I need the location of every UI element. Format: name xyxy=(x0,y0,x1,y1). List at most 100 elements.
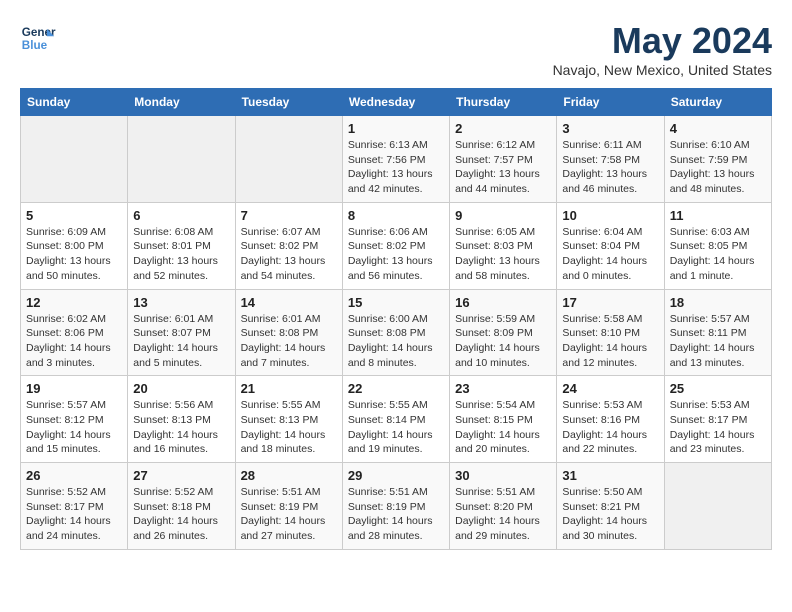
calendar-subtitle: Navajo, New Mexico, United States xyxy=(553,62,772,78)
calendar-cell: 31Sunrise: 5:50 AMSunset: 8:21 PMDayligh… xyxy=(557,463,664,550)
calendar-cell: 5 Sunrise: 6:09 AMSunset: 8:00 PMDaylight… xyxy=(21,202,128,289)
day-number: 16 xyxy=(455,295,551,310)
day-info: Sunrise: 5:52 AMSunset: 8:17 PMDaylight:… xyxy=(26,485,122,544)
calendar-cell: 13 Sunrise: 6:01 AMSunset: 8:07 PMDayligh… xyxy=(128,289,235,376)
day-info: Sunrise: 6:13 AMSunset: 7:56 PMDaylight:… xyxy=(348,138,444,197)
weekday-header-wednesday: Wednesday xyxy=(342,89,449,116)
calendar-cell xyxy=(128,116,235,203)
day-number: 25 xyxy=(670,381,766,396)
calendar-title: May 2024 xyxy=(553,20,772,62)
calendar-cell: 19Sunrise: 5:57 AMSunset: 8:12 PMDayligh… xyxy=(21,376,128,463)
weekday-header-tuesday: Tuesday xyxy=(235,89,342,116)
day-number: 23 xyxy=(455,381,551,396)
day-number: 22 xyxy=(348,381,444,396)
day-number: 17 xyxy=(562,295,658,310)
weekday-header-sunday: Sunday xyxy=(21,89,128,116)
calendar-cell: 22 Sunrise: 5:55 AMSunset: 8:14 PMDayligh… xyxy=(342,376,449,463)
day-info: Sunrise: 6:10 AMSunset: 7:59 PMDaylight:… xyxy=(670,138,766,197)
day-info: Sunrise: 5:53 AMSunset: 8:17 PMDaylight:… xyxy=(670,398,766,457)
day-info: Sunrise: 5:56 AMSunset: 8:13 PMDaylight:… xyxy=(133,398,229,457)
day-number: 3 xyxy=(562,121,658,136)
day-info: Sunrise: 5:57 AMSunset: 8:11 PMDaylight:… xyxy=(670,312,766,371)
day-number: 8 xyxy=(348,208,444,223)
day-number: 5 xyxy=(26,208,122,223)
calendar-cell: 25 Sunrise: 5:53 AMSunset: 8:17 PMDayligh… xyxy=(664,376,771,463)
logo-icon: General Blue xyxy=(20,20,56,56)
day-number: 18 xyxy=(670,295,766,310)
calendar-cell: 10 Sunrise: 6:04 AMSunset: 8:04 PMDayligh… xyxy=(557,202,664,289)
day-info: Sunrise: 5:51 AMSunset: 8:19 PMDaylight:… xyxy=(348,485,444,544)
day-number: 4 xyxy=(670,121,766,136)
day-number: 11 xyxy=(670,208,766,223)
calendar-cell xyxy=(664,463,771,550)
calendar-cell xyxy=(21,116,128,203)
weekday-header-monday: Monday xyxy=(128,89,235,116)
day-info: Sunrise: 6:01 AMSunset: 8:07 PMDaylight:… xyxy=(133,312,229,371)
day-number: 9 xyxy=(455,208,551,223)
weekday-header-saturday: Saturday xyxy=(664,89,771,116)
day-number: 10 xyxy=(562,208,658,223)
day-info: Sunrise: 5:51 AMSunset: 8:19 PMDaylight:… xyxy=(241,485,337,544)
calendar-cell: 14Sunrise: 6:01 AMSunset: 8:08 PMDayligh… xyxy=(235,289,342,376)
page-header: General Blue May 2024 Navajo, New Mexico… xyxy=(20,20,772,78)
day-info: Sunrise: 6:09 AMSunset: 8:00 PMDaylight:… xyxy=(26,225,122,284)
calendar-cell: 8 Sunrise: 6:06 AMSunset: 8:02 PMDaylight… xyxy=(342,202,449,289)
calendar-cell: 30Sunrise: 5:51 AMSunset: 8:20 PMDayligh… xyxy=(450,463,557,550)
day-number: 19 xyxy=(26,381,122,396)
calendar-cell: 6 Sunrise: 6:08 AMSunset: 8:01 PMDaylight… xyxy=(128,202,235,289)
week-row-3: 12Sunrise: 6:02 AMSunset: 8:06 PMDayligh… xyxy=(21,289,772,376)
day-number: 21 xyxy=(241,381,337,396)
day-number: 30 xyxy=(455,468,551,483)
calendar-cell: 4 Sunrise: 6:10 AMSunset: 7:59 PMDaylight… xyxy=(664,116,771,203)
day-info: Sunrise: 5:53 AMSunset: 8:16 PMDaylight:… xyxy=(562,398,658,457)
calendar-cell: 20Sunrise: 5:56 AMSunset: 8:13 PMDayligh… xyxy=(128,376,235,463)
svg-text:Blue: Blue xyxy=(22,39,48,52)
day-number: 26 xyxy=(26,468,122,483)
day-number: 1 xyxy=(348,121,444,136)
weekday-header-row: SundayMondayTuesdayWednesdayThursdayFrid… xyxy=(21,89,772,116)
day-info: Sunrise: 6:12 AMSunset: 7:57 PMDaylight:… xyxy=(455,138,551,197)
day-number: 6 xyxy=(133,208,229,223)
calendar-cell: 27 Sunrise: 5:52 AMSunset: 8:18 PMDayligh… xyxy=(128,463,235,550)
day-number: 29 xyxy=(348,468,444,483)
day-info: Sunrise: 6:11 AMSunset: 7:58 PMDaylight:… xyxy=(562,138,658,197)
calendar-cell: 28 Sunrise: 5:51 AMSunset: 8:19 PMDayligh… xyxy=(235,463,342,550)
day-info: Sunrise: 5:59 AMSunset: 8:09 PMDaylight:… xyxy=(455,312,551,371)
day-number: 31 xyxy=(562,468,658,483)
day-number: 12 xyxy=(26,295,122,310)
calendar-cell xyxy=(235,116,342,203)
calendar-table: SundayMondayTuesdayWednesdayThursdayFrid… xyxy=(20,88,772,550)
weekday-header-friday: Friday xyxy=(557,89,664,116)
day-number: 27 xyxy=(133,468,229,483)
calendar-cell: 3 Sunrise: 6:11 AMSunset: 7:58 PMDaylight… xyxy=(557,116,664,203)
day-info: Sunrise: 6:04 AMSunset: 8:04 PMDaylight:… xyxy=(562,225,658,284)
calendar-cell: 23 Sunrise: 5:54 AMSunset: 8:15 PMDayligh… xyxy=(450,376,557,463)
svg-text:General: General xyxy=(22,26,56,39)
day-info: Sunrise: 5:54 AMSunset: 8:15 PMDaylight:… xyxy=(455,398,551,457)
day-info: Sunrise: 5:52 AMSunset: 8:18 PMDaylight:… xyxy=(133,485,229,544)
day-info: Sunrise: 6:05 AMSunset: 8:03 PMDaylight:… xyxy=(455,225,551,284)
day-number: 24 xyxy=(562,381,658,396)
calendar-cell: 17 Sunrise: 5:58 AMSunset: 8:10 PMDayligh… xyxy=(557,289,664,376)
day-info: Sunrise: 5:55 AMSunset: 8:14 PMDaylight:… xyxy=(348,398,444,457)
day-info: Sunrise: 6:07 AMSunset: 8:02 PMDaylight:… xyxy=(241,225,337,284)
day-info: Sunrise: 6:06 AMSunset: 8:02 PMDaylight:… xyxy=(348,225,444,284)
calendar-cell: 2Sunrise: 6:12 AMSunset: 7:57 PMDaylight… xyxy=(450,116,557,203)
calendar-cell: 15Sunrise: 6:00 AMSunset: 8:08 PMDayligh… xyxy=(342,289,449,376)
calendar-cell: 24 Sunrise: 5:53 AMSunset: 8:16 PMDayligh… xyxy=(557,376,664,463)
day-info: Sunrise: 5:58 AMSunset: 8:10 PMDaylight:… xyxy=(562,312,658,371)
week-row-2: 5 Sunrise: 6:09 AMSunset: 8:00 PMDaylight… xyxy=(21,202,772,289)
day-number: 13 xyxy=(133,295,229,310)
calendar-cell: 1 Sunrise: 6:13 AMSunset: 7:56 PMDaylight… xyxy=(342,116,449,203)
day-info: Sunrise: 6:03 AMSunset: 8:05 PMDaylight:… xyxy=(670,225,766,284)
calendar-cell: 16 Sunrise: 5:59 AMSunset: 8:09 PMDayligh… xyxy=(450,289,557,376)
day-number: 28 xyxy=(241,468,337,483)
day-info: Sunrise: 5:55 AMSunset: 8:13 PMDaylight:… xyxy=(241,398,337,457)
calendar-cell: 21 Sunrise: 5:55 AMSunset: 8:13 PMDayligh… xyxy=(235,376,342,463)
calendar-cell: 11 Sunrise: 6:03 AMSunset: 8:05 PMDayligh… xyxy=(664,202,771,289)
week-row-5: 26 Sunrise: 5:52 AMSunset: 8:17 PMDayligh… xyxy=(21,463,772,550)
calendar-cell: 26 Sunrise: 5:52 AMSunset: 8:17 PMDayligh… xyxy=(21,463,128,550)
logo: General Blue xyxy=(20,20,56,56)
title-block: May 2024 Navajo, New Mexico, United Stat… xyxy=(553,20,772,78)
day-info: Sunrise: 6:08 AMSunset: 8:01 PMDaylight:… xyxy=(133,225,229,284)
